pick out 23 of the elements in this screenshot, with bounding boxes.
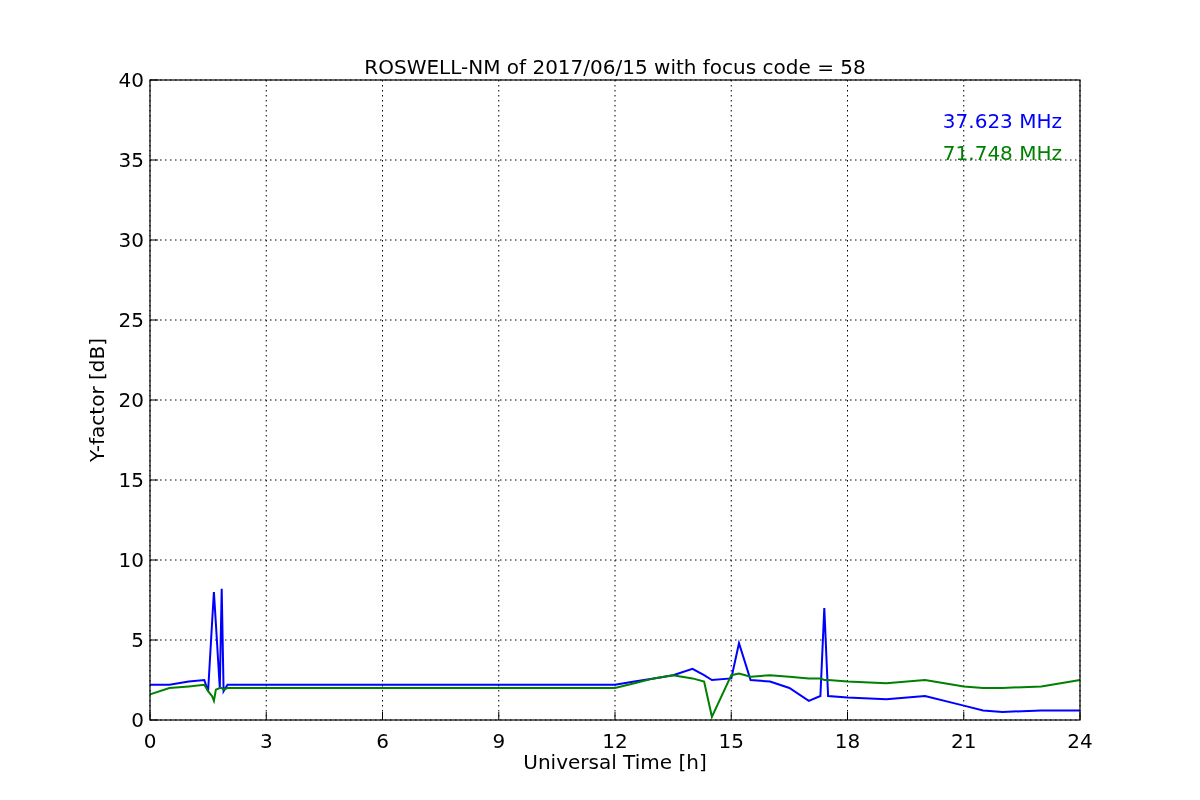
legend-label: 37.623 MHz bbox=[942, 109, 1062, 133]
x-tick-label: 0 bbox=[143, 729, 157, 753]
x-tick-label: 3 bbox=[259, 729, 273, 753]
x-tick-label: 24 bbox=[1067, 729, 1093, 753]
y-tick-label: 20 bbox=[118, 388, 144, 412]
x-axis-label: Universal Time [h] bbox=[523, 750, 707, 774]
x-tick-label: 6 bbox=[376, 729, 389, 753]
y-tick-label: 30 bbox=[118, 228, 144, 252]
chart-title: ROSWELL-NM of 2017/06/15 with focus code = 58 bbox=[364, 55, 866, 79]
x-tick-label: 12 bbox=[602, 729, 628, 753]
y-tick-label: 15 bbox=[118, 468, 144, 492]
x-tick-label: 21 bbox=[951, 729, 977, 753]
y-axis-label: Y-factor [dB] bbox=[85, 338, 109, 462]
y-tick-label: 0 bbox=[131, 708, 144, 732]
y-tick-label: 5 bbox=[131, 628, 144, 652]
y-tick-label: 40 bbox=[118, 68, 144, 92]
legend-label: 71.748 MHz bbox=[942, 141, 1062, 165]
y-tick-label: 35 bbox=[118, 148, 144, 172]
y-tick-label: 25 bbox=[118, 308, 144, 332]
y-tick-label: 10 bbox=[118, 548, 144, 572]
x-tick-label: 18 bbox=[834, 729, 861, 753]
x-tick-label: 9 bbox=[492, 729, 506, 753]
x-tick-label: 15 bbox=[718, 729, 744, 753]
